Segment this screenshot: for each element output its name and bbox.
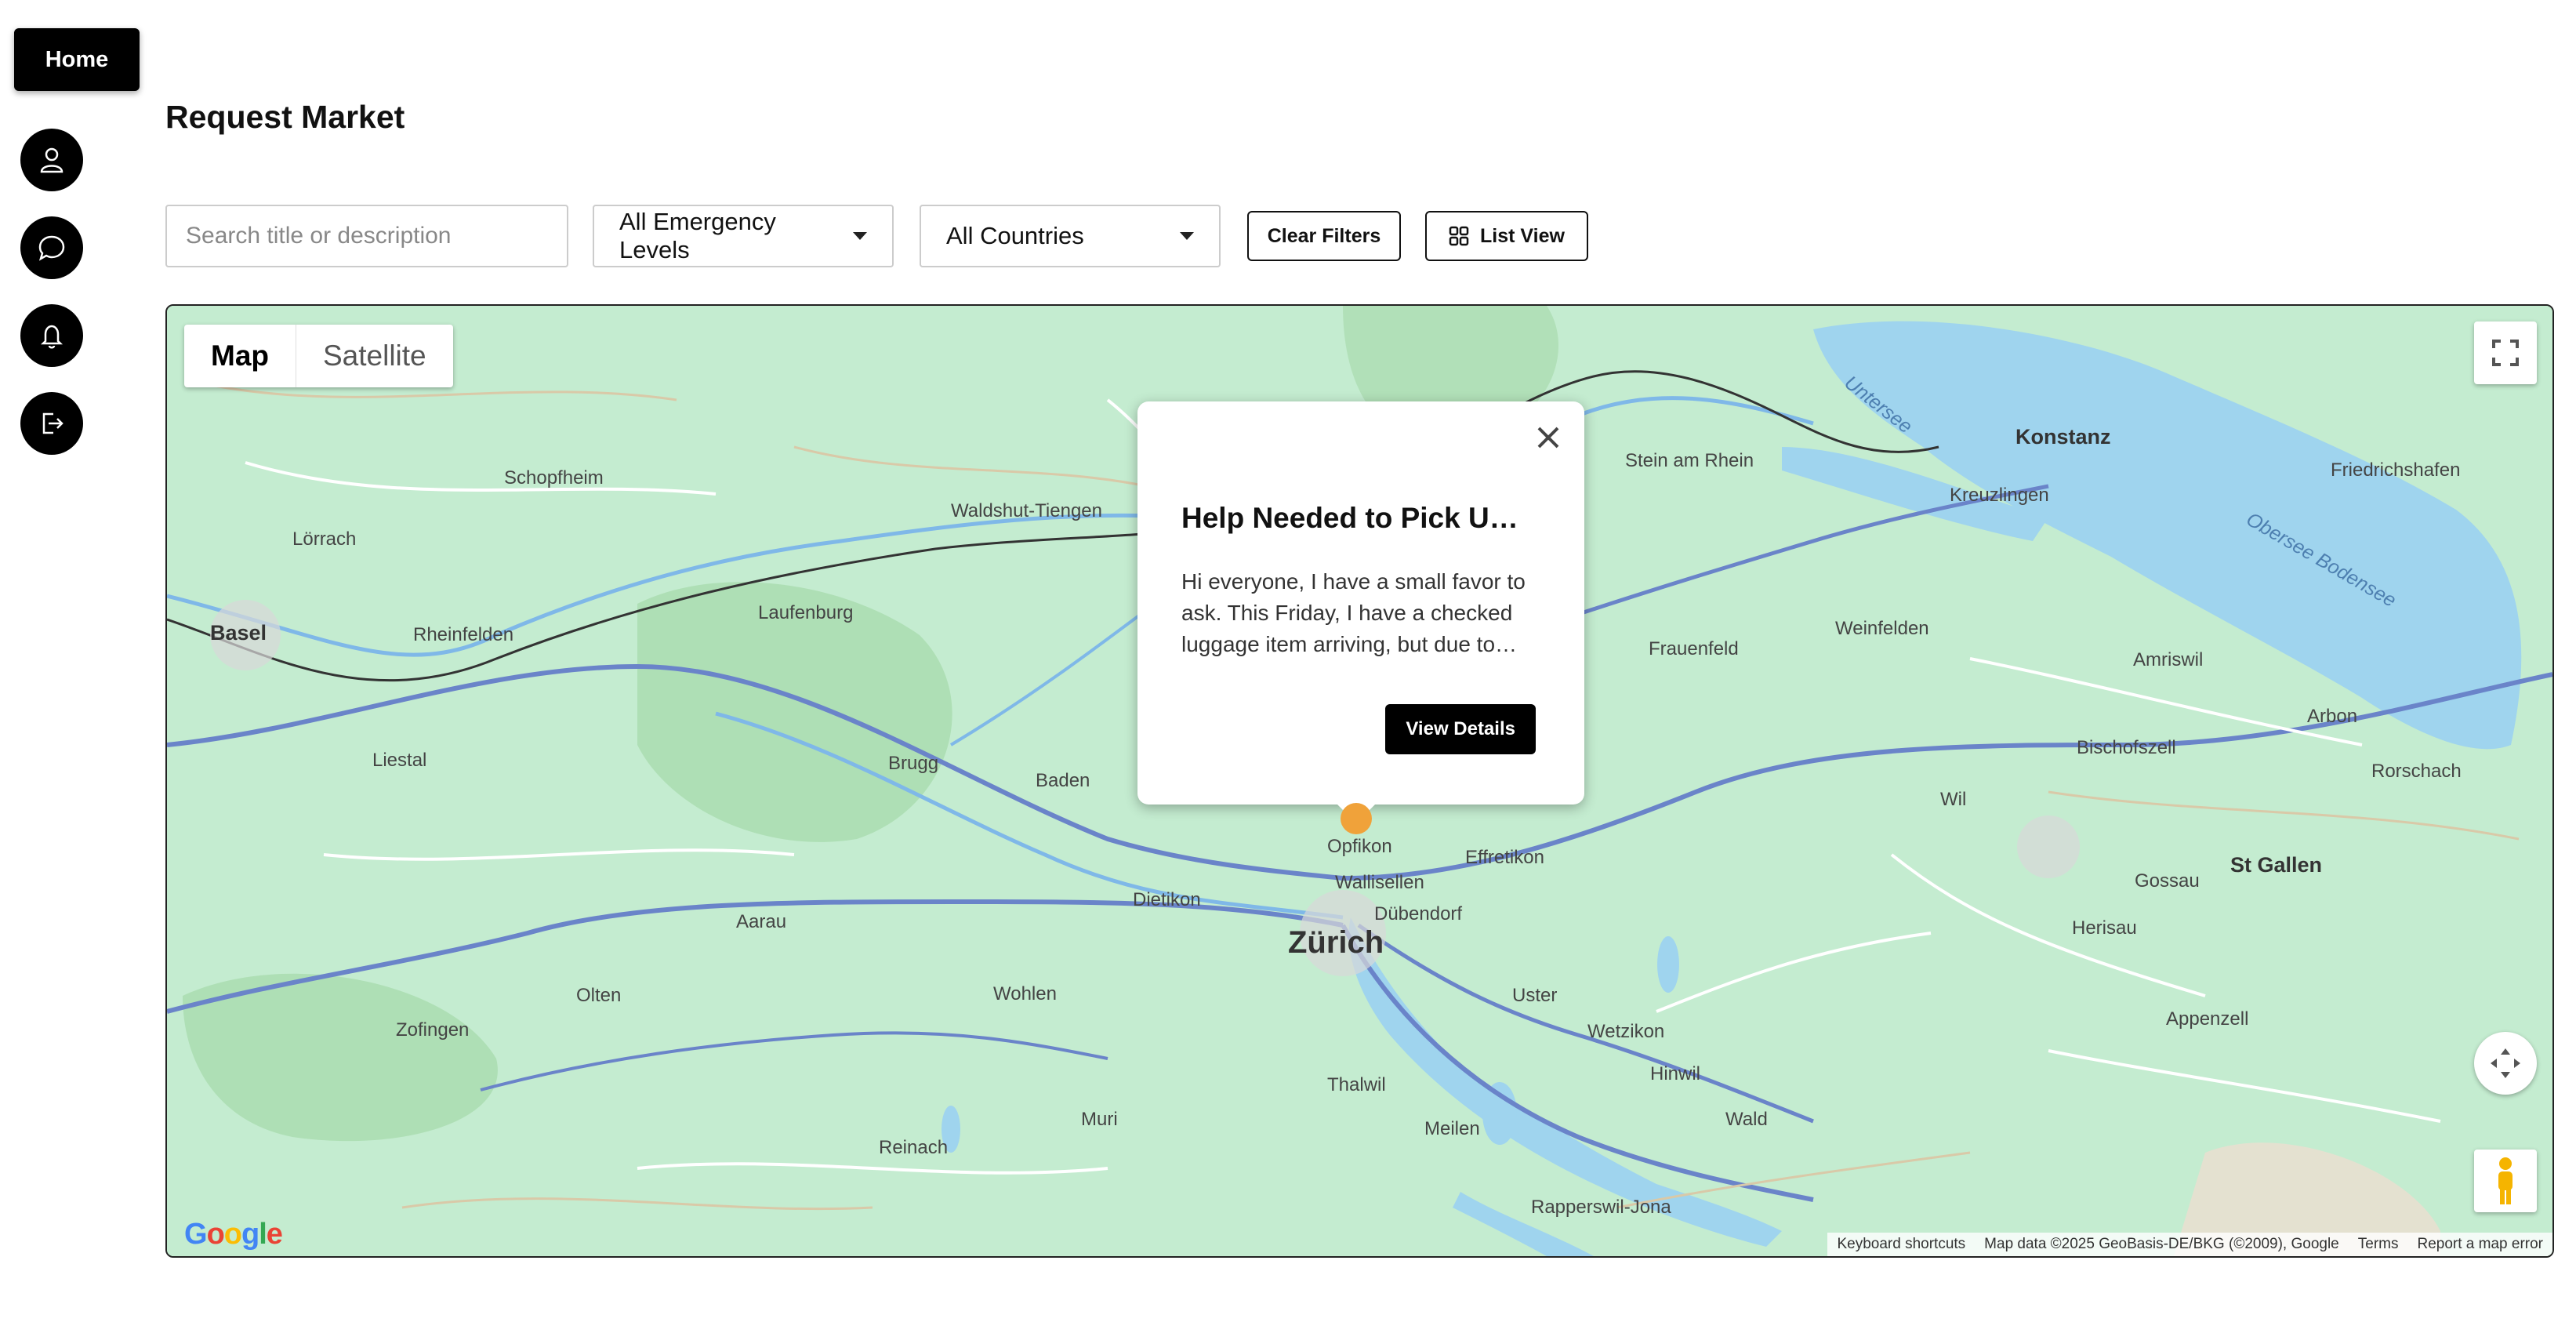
bell-icon [40, 325, 63, 349]
chat-icon [38, 235, 65, 261]
map-label: Kreuzlingen [1950, 485, 2049, 506]
map-label: Friedrichshafen [2331, 459, 2461, 481]
map-type-map[interactable]: Map [184, 325, 296, 387]
camera-control-button[interactable] [2474, 1032, 2537, 1095]
search-input[interactable] [165, 205, 568, 267]
map-label: Wil [1940, 789, 1967, 810]
clear-filters-button[interactable]: Clear Filters [1247, 211, 1401, 261]
map-label: Basel [210, 621, 267, 645]
map-label: Reinach [879, 1137, 949, 1158]
map-label: Brugg [888, 753, 939, 774]
logout-button[interactable] [20, 392, 83, 455]
clear-filters-label: Clear Filters [1267, 224, 1381, 247]
map-label: Lörrach [292, 528, 357, 550]
map-type-control: Map Satellite [184, 325, 453, 387]
country-value: All Countries [946, 222, 1084, 249]
map-marker-icon[interactable] [1339, 801, 1373, 836]
map-type-satellite[interactable]: Satellite [296, 325, 453, 387]
fullscreen-button[interactable] [2474, 321, 2537, 384]
map-data-text: Map data ©2025 GeoBasis-DE/BKG (©2009), … [1984, 1236, 2339, 1252]
map-label: Liestal [372, 750, 427, 771]
list-view-button[interactable]: List View [1425, 211, 1588, 261]
grid-icon [1449, 226, 1469, 246]
map-label: Thalwil [1327, 1074, 1386, 1095]
map-label: Aarau [736, 911, 787, 932]
map-label: Zofingen [396, 1019, 470, 1041]
view-details-button[interactable]: View Details [1385, 704, 1536, 754]
popup-title: Help Needed to Pick Up… [1181, 502, 1526, 534]
map-label: Dietikon [1133, 889, 1201, 910]
map-label: Herisau [2072, 917, 2137, 939]
map-label: Hinwil [1650, 1063, 1701, 1084]
popup-description: Hi everyone, I have a small favor to ask… [1181, 569, 1526, 656]
map-label: Opfikon [1327, 836, 1392, 857]
emergency-level-select[interactable]: All Emergency Levels [593, 205, 894, 267]
map-label: Waldshut-Tiengen [951, 500, 1102, 521]
map-label: Muri [1081, 1109, 1118, 1130]
map-label: Dübendorf [1374, 903, 1463, 924]
map-label: Wald [1725, 1109, 1768, 1130]
map-label: Laufenburg [758, 602, 854, 623]
map-label: Appenzell [2166, 1008, 2249, 1030]
map-attribution: Keyboard shortcuts Map data ©2025 GeoBas… [1827, 1233, 2552, 1256]
map-label: Stein am Rhein [1625, 450, 1754, 471]
map-label: Olten [576, 985, 622, 1006]
messages-button[interactable] [20, 216, 83, 279]
map-label: Amriswil [2133, 649, 2204, 670]
list-view-label: List View [1480, 224, 1565, 247]
map-label: Rapperswil-Jona [1531, 1197, 1671, 1218]
map-label: Uster [1512, 985, 1558, 1006]
map-label: Gossau [2135, 870, 2200, 892]
map-label: Meilen [1424, 1118, 1480, 1139]
street-view-pegman[interactable] [2474, 1150, 2537, 1212]
keyboard-shortcuts-link[interactable]: Keyboard shortcuts [1827, 1236, 1975, 1253]
home-button[interactable]: Home [14, 28, 140, 91]
map-view[interactable]: Zürich Basel Konstanz St Gallen Opfikon … [165, 304, 2554, 1258]
user-icon [40, 147, 63, 173]
map-label: Konstanz [2015, 425, 2111, 449]
map-label: Bischofszell [2077, 737, 2176, 758]
map-label: Frauenfeld [1649, 638, 1739, 659]
page-title: Request Market [165, 99, 405, 135]
map-label: Zürich [1288, 925, 1384, 960]
move-arrows-icon [2491, 1048, 2520, 1078]
notifications-button[interactable] [20, 304, 83, 367]
map-label: Weinfelden [1835, 618, 1929, 639]
report-error-link[interactable]: Report a map error [2407, 1236, 2552, 1253]
request-popup: Help Needed to Pick Up… Hi everyone, I h… [1137, 401, 1584, 823]
map-label: Rheinfelden [413, 624, 514, 645]
map-label: Schopfheim [504, 467, 604, 489]
country-select[interactable]: All Countries [920, 205, 1221, 267]
map-label: Rorschach [2371, 761, 2462, 782]
caret-down-icon [1180, 232, 1194, 240]
emergency-level-value: All Emergency Levels [619, 208, 776, 263]
profile-button[interactable] [20, 129, 83, 191]
close-icon[interactable] [1533, 422, 1564, 453]
map-label: Arbon [2307, 706, 2358, 727]
terms-link[interactable]: Terms [2349, 1236, 2408, 1253]
map-label: Wallisellen [1335, 872, 1424, 893]
map-label: Wohlen [993, 983, 1057, 1004]
map-label: St Gallen [2230, 853, 2323, 877]
pegman-icon [2498, 1157, 2513, 1204]
logout-icon [42, 412, 63, 434]
map-label: Baden [1036, 770, 1090, 791]
caret-down-icon [853, 232, 867, 240]
google-logo: Google [184, 1218, 283, 1251]
map-label: Effretikon [1465, 847, 1544, 868]
fullscreen-icon [2492, 340, 2519, 366]
map-label: Wetzikon [1587, 1021, 1665, 1042]
